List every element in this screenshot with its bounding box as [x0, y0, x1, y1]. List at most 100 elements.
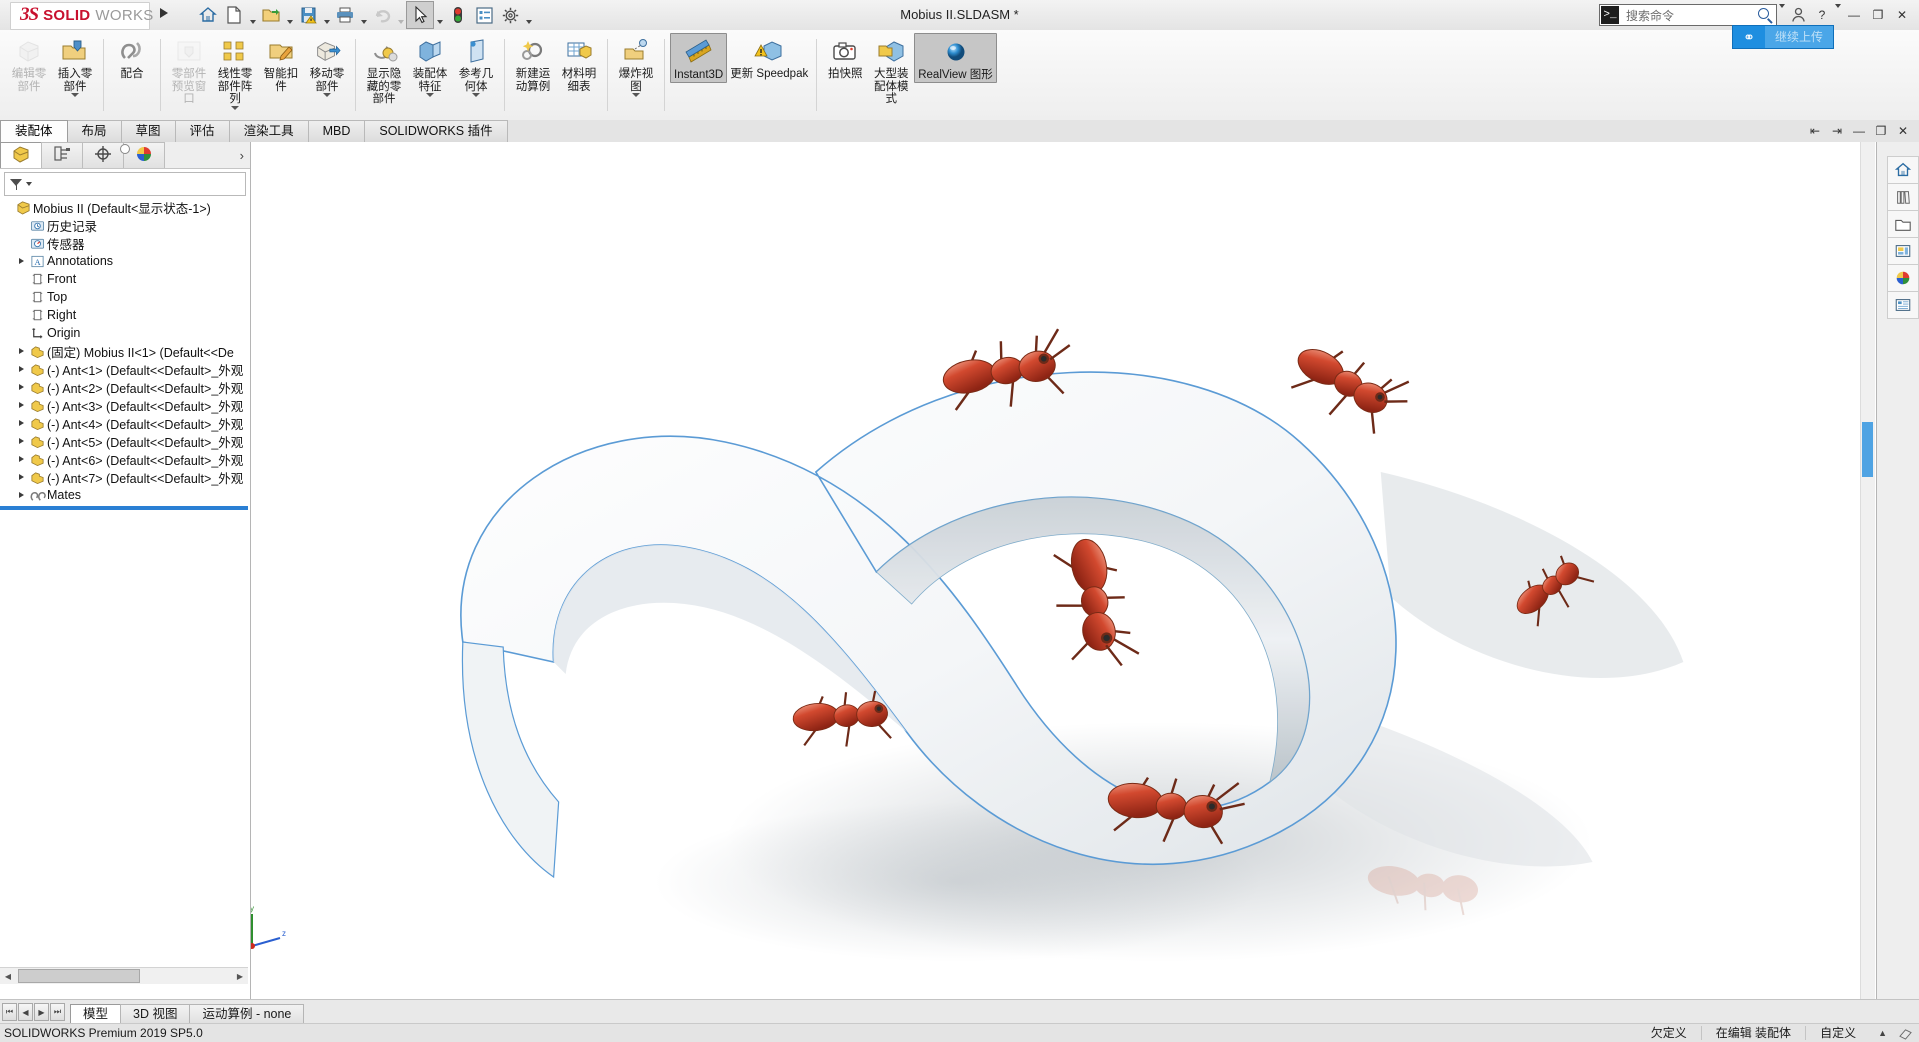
- upload-button[interactable]: ⚭ 继续上传: [1732, 25, 1834, 49]
- settings-gear-icon[interactable]: [497, 2, 523, 28]
- save-dropdown[interactable]: [321, 0, 332, 32]
- previous-view-icon[interactable]: [914, 142, 936, 144]
- save-icon[interactable]: [295, 2, 321, 28]
- tree-item[interactable]: (-) Ant<5> (Default<<Default>_外观: [0, 432, 248, 450]
- restore-button[interactable]: ❐: [1867, 2, 1889, 28]
- view-palette-icon[interactable]: [1887, 237, 1919, 264]
- view-orientation-icon[interactable]: [962, 142, 984, 144]
- ribbon-button-dropdown[interactable]: [632, 93, 640, 97]
- ribbon-button-exploded-view[interactable]: 爆炸视图: [613, 33, 659, 97]
- tree-item[interactable]: Mates: [0, 486, 248, 504]
- tab-6[interactable]: SOLIDWORKS 插件: [364, 120, 507, 142]
- tab-nav-next-icon[interactable]: ▶: [34, 1003, 49, 1021]
- ribbon-button-instant3d[interactable]: Instant3D: [670, 33, 727, 83]
- tab-nav-prev-icon[interactable]: ◀: [18, 1003, 33, 1021]
- ribbon-button-show-hidden-components[interactable]: 显示隐藏的零部件: [361, 33, 407, 106]
- feature-tree-tab[interactable]: [0, 142, 42, 168]
- tree-item[interactable]: (-) Ant<7> (Default<<Default>_外观: [0, 468, 248, 486]
- zoom-to-area-icon[interactable]: [890, 142, 912, 144]
- ribbon-button-dropdown[interactable]: [323, 93, 331, 97]
- edit-appearance-dropdown[interactable]: [1070, 142, 1080, 147]
- hide-show-items-icon[interactable]: [1010, 142, 1032, 144]
- undo-icon[interactable]: [369, 2, 395, 28]
- tab-nav-first-icon[interactable]: ⏮: [2, 1003, 17, 1021]
- select-dropdown[interactable]: [434, 0, 445, 32]
- tree-horizontal-scrollbar[interactable]: ◀ ▶: [0, 967, 248, 984]
- tree-expand-arrow-icon[interactable]: [14, 414, 28, 432]
- appearances-scenes-icon[interactable]: [1887, 264, 1919, 291]
- tree-expand-arrow-icon[interactable]: [14, 378, 28, 396]
- tab-4[interactable]: 渲染工具: [229, 120, 309, 142]
- search-magnifier-icon[interactable]: [1757, 7, 1773, 23]
- apply-scene-dropdown[interactable]: [1106, 142, 1116, 147]
- print-icon[interactable]: [332, 2, 358, 28]
- ribbon-button-take-snapshot-camera[interactable]: 拍快照: [822, 33, 868, 81]
- tree-expand-arrow-icon[interactable]: [14, 252, 28, 270]
- tab-5[interactable]: MBD: [308, 120, 366, 142]
- scroll-thumb[interactable]: [18, 969, 140, 983]
- open-dropdown[interactable]: [284, 0, 295, 32]
- undo-dropdown[interactable]: [395, 0, 406, 32]
- tree-item[interactable]: Top: [0, 288, 248, 306]
- tab-nav-last-icon[interactable]: ⏭: [50, 1003, 65, 1021]
- ribbon-button-insert-component[interactable]: 插入零部件: [52, 33, 98, 97]
- tree-expand-arrow-icon[interactable]: [14, 360, 28, 378]
- custom-properties-icon[interactable]: [1887, 291, 1919, 319]
- bottom-tab-0[interactable]: 模型: [70, 1004, 121, 1024]
- tree-item[interactable]: Right: [0, 306, 248, 324]
- help-dropdown[interactable]: [1835, 8, 1841, 22]
- bottom-tab-2[interactable]: 运动算例 - none: [189, 1004, 304, 1024]
- ribbon-button-large-assembly-mode[interactable]: 大型装配体模式: [868, 33, 914, 106]
- tab-2[interactable]: 草图: [121, 120, 176, 142]
- sw-resources-home-icon[interactable]: [1887, 156, 1919, 183]
- tree-filter-input[interactable]: [4, 172, 246, 196]
- viewport-icon[interactable]: [1154, 142, 1176, 144]
- doc-minimize-icon[interactable]: —: [1851, 124, 1867, 138]
- new-document-dropdown[interactable]: [247, 0, 258, 32]
- tree-item[interactable]: Origin: [0, 324, 248, 342]
- panel-pin-icon[interactable]: [120, 144, 130, 154]
- edit-appearance-icon[interactable]: [1046, 142, 1068, 144]
- ribbon-button-dropdown[interactable]: [231, 106, 239, 110]
- status-eraser-icon[interactable]: [1895, 1027, 1915, 1040]
- tree-item[interactable]: Mobius II (Default<显示状态-1>): [0, 198, 248, 216]
- hide-show-items-dropdown[interactable]: [1034, 142, 1044, 147]
- close-button[interactable]: ✕: [1891, 2, 1913, 28]
- ribbon-button-update-speedpak[interactable]: 更新 Speedpak: [727, 33, 811, 81]
- apply-scene-icon[interactable]: [1082, 142, 1104, 144]
- tree-expand-arrow-icon[interactable]: [14, 342, 28, 360]
- status-expand-caret-icon[interactable]: ▲: [1870, 1028, 1895, 1038]
- rebuild-icon[interactable]: [445, 2, 471, 28]
- ribbon-button-bill-of-materials[interactable]: 材料明细表: [556, 33, 602, 93]
- doc-restore-icon[interactable]: ❐: [1873, 124, 1889, 138]
- tree-item[interactable]: (-) Ant<4> (Default<<Default>_外观: [0, 414, 248, 432]
- panel-expand-arrow-icon[interactable]: ›: [240, 148, 244, 163]
- tree-expand-arrow-icon[interactable]: [14, 450, 28, 468]
- tree-item[interactable]: (固定) Mobius II<1> (Default<<De: [0, 342, 248, 360]
- minimize-button[interactable]: —: [1843, 2, 1865, 28]
- tree-expand-arrow-icon[interactable]: [14, 486, 28, 504]
- file-explorer-folder-icon[interactable]: [1887, 210, 1919, 237]
- ribbon-button-smart-fastener[interactable]: 智能扣件: [258, 33, 304, 93]
- tab-3[interactable]: 评估: [175, 120, 230, 142]
- ribbon-button-realview-graphics-sphere[interactable]: RealView 图形: [914, 33, 997, 83]
- ribbon-button-mate-paperclip[interactable]: 配合: [109, 33, 155, 81]
- options-list-icon[interactable]: [471, 2, 497, 28]
- tree-expand-arrow-icon[interactable]: [14, 432, 28, 450]
- ribbon-button-move-component[interactable]: 移动零部件: [304, 33, 350, 97]
- home-icon[interactable]: [195, 2, 221, 28]
- tree-item[interactable]: (-) Ant<3> (Default<<Default>_外观: [0, 396, 248, 414]
- options-dropdown[interactable]: [523, 0, 534, 32]
- select-cursor-icon[interactable]: [406, 1, 434, 29]
- section-view-icon[interactable]: [938, 142, 960, 144]
- graphics-scroll-thumb[interactable]: [1862, 422, 1873, 477]
- tab-1[interactable]: 布局: [67, 120, 122, 142]
- tree-item[interactable]: (-) Ant<2> (Default<<Default>_外观: [0, 378, 248, 396]
- design-library-icon[interactable]: [1887, 183, 1919, 210]
- next-doc-icon[interactable]: ⇥: [1829, 124, 1845, 138]
- tree-expand-arrow-icon[interactable]: [14, 468, 28, 486]
- ribbon-button-linear-pattern[interactable]: 线性零部件阵列: [212, 33, 258, 110]
- graphics-vertical-scrollbar[interactable]: [1860, 142, 1875, 1000]
- tree-item[interactable]: AAnnotations: [0, 252, 248, 270]
- prev-doc-icon[interactable]: ⇤: [1807, 124, 1823, 138]
